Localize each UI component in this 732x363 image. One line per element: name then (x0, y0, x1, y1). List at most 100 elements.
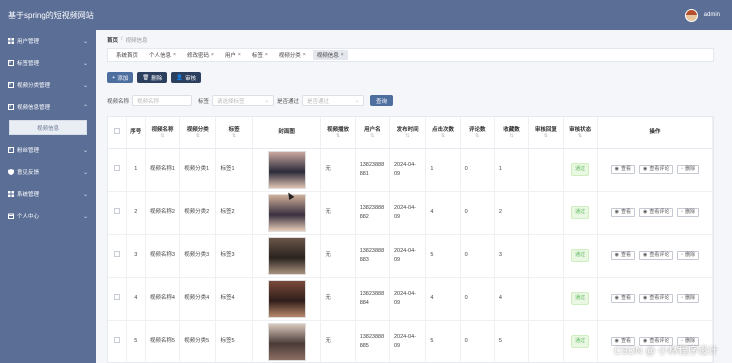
col-status[interactable]: 审核状态 ⇅ (563, 117, 598, 149)
sidebar-item-label: 视频信息管理 (17, 105, 51, 111)
grid-icon (8, 38, 14, 44)
close-icon[interactable]: × (265, 52, 268, 58)
view-comments-button[interactable]: ◉ 查看评论 (639, 208, 674, 217)
col-comments[interactable]: 评论数 ⇅ (460, 117, 495, 149)
tag-password[interactable]: 修改密码 × (183, 50, 218, 60)
sort-icon: ⇅ (232, 132, 237, 139)
sidebar: 用户管理 ⌄ 标签管理 ⌄ 视频分类管理 ⌄ 视频信息管理 ⌃ 视频信息 粉丝管… (0, 30, 96, 363)
public-select[interactable]: 是否通过 ⌄ (302, 95, 365, 106)
sidebar-item-video-info[interactable]: 视频信息管理 ⌃ (0, 96, 96, 118)
sidebar-item-users[interactable]: 用户管理 ⌄ (0, 30, 96, 52)
close-icon[interactable]: × (303, 52, 306, 58)
cell-no: 5 (126, 320, 146, 362)
col-video[interactable]: 视频播放 ⇅ (320, 117, 356, 149)
col-category[interactable]: 视频分类 ⇅ (179, 117, 217, 149)
view-comments-button[interactable]: ◉ 查看评论 (639, 294, 674, 303)
cover-image[interactable] (267, 193, 306, 232)
user-name[interactable]: admin (704, 12, 720, 18)
search-button[interactable]: 查询 (370, 95, 394, 106)
cover-image[interactable] (267, 322, 306, 361)
cell-reply (528, 191, 564, 235)
main-content: 首页 / 视频信息 系统首页 个人信息 × 修改密码 × 用户 × 标签 × 视频分类 ×… (96, 30, 732, 363)
cell-no: 3 (126, 234, 146, 278)
select-all-checkbox[interactable] (113, 127, 120, 134)
trash-icon: ▫ (681, 166, 684, 172)
sidebar-item-video-category[interactable]: 视频分类管理 ⌄ (0, 74, 96, 96)
sidebar-item-profile[interactable]: 个人中心 ⌄ (0, 205, 96, 227)
tag-profile[interactable]: 个人信息 × (145, 50, 180, 60)
cell-reply (528, 234, 564, 278)
audit-button[interactable]: 👤 审核 (171, 72, 202, 83)
row-checkbox[interactable] (113, 164, 120, 171)
sidebar-item-label: 意见反馈 (17, 170, 40, 176)
table-row: 2 视频名称2 视频分类2 标签2 无 13823888882 2024-04-09 4 0 2 通… (108, 191, 713, 235)
shield-icon (8, 169, 14, 175)
view-button[interactable]: ◉ 查看 (610, 165, 635, 174)
sidebar-item-label: 个人中心 (17, 214, 40, 220)
tag-video-category[interactable]: 视频分类 × (275, 50, 310, 60)
cell-name: 视频名称4 (145, 277, 181, 321)
sidebar-item-system[interactable]: 系统管理 ⌄ (0, 183, 96, 205)
col-clicks[interactable]: 点击次数 ⇅ (425, 117, 461, 149)
add-button[interactable]: + 添加 (107, 72, 134, 83)
col-time[interactable]: 发布时间 ⇅ (389, 117, 427, 149)
col-actions: 操作 (597, 117, 713, 149)
close-icon[interactable]: × (173, 52, 176, 58)
sidebar-item-tags[interactable]: 标签管理 ⌄ (0, 52, 96, 74)
col-no: 序号 (126, 117, 146, 149)
cover-image[interactable] (267, 236, 306, 275)
col-reply[interactable]: 审核回复 ⇅ (528, 117, 564, 149)
status-badge: 通过 (571, 163, 590, 176)
user-area[interactable]: admin (684, 8, 720, 22)
row-checkbox[interactable] (113, 207, 120, 214)
cover-image[interactable] (267, 279, 306, 318)
avatar[interactable] (684, 8, 698, 22)
view-comments-button[interactable]: ◉ 查看评论 (639, 251, 674, 260)
col-name[interactable]: 视频名称 ⇅ (145, 117, 181, 149)
row-checkbox[interactable] (113, 336, 120, 343)
view-comments-button[interactable]: ◉ 查看评论 (639, 165, 674, 174)
row-delete-button[interactable]: ▫ 删除 (677, 294, 700, 303)
col-favorites[interactable]: 收藏数 ⇅ (494, 117, 530, 149)
sidebar-subitem-video-info[interactable]: 视频信息 (9, 120, 87, 135)
close-icon[interactable]: × (211, 52, 214, 58)
cell-no: 1 (126, 148, 146, 192)
delete-button[interactable]: 🗑 删除 (137, 72, 168, 83)
cell-video: 无 (320, 320, 356, 362)
breadcrumb-current: 视频信息 (125, 38, 148, 44)
sort-icon: ⇅ (578, 132, 583, 139)
tag-select[interactable]: 请选择标签 ⌄ (212, 95, 275, 106)
row-delete-button[interactable]: ▫ 删除 (677, 165, 700, 174)
close-icon[interactable]: × (341, 52, 344, 58)
cell-reply (528, 320, 564, 362)
tag-users[interactable]: 用户 × (221, 50, 245, 60)
col-tag[interactable]: 标签 ⇅ (215, 117, 253, 149)
row-delete-button[interactable]: ▫ 删除 (677, 208, 700, 217)
cover-image[interactable] (267, 150, 306, 189)
sidebar-item-fans[interactable]: 粉丝管理 ⌄ (0, 139, 96, 161)
cell-clicks: 1 (425, 148, 461, 192)
close-icon[interactable]: × (238, 52, 241, 58)
plus-icon: + (112, 74, 116, 81)
view-button[interactable]: ◉ 查看 (610, 294, 635, 303)
cell-clicks: 5 (425, 234, 461, 278)
view-button[interactable]: ◉ 查看 (610, 208, 635, 217)
row-checkbox[interactable] (113, 250, 120, 257)
tag-tags[interactable]: 标签 × (248, 50, 272, 60)
chevron-down-icon: ⌄ (82, 191, 88, 198)
row-delete-button[interactable]: ▫ 删除 (677, 251, 700, 260)
video-name-input[interactable]: 视频名称 (132, 95, 193, 106)
status-badge: 通过 (571, 335, 590, 348)
cell-category: 视频分类3 (179, 234, 217, 278)
watermark: CSDN @ 小林程序设计 (613, 346, 718, 357)
tag-video-info[interactable]: 视频信息 × (312, 50, 348, 60)
sidebar-item-feedback[interactable]: 意见反馈 ⌄ (0, 161, 96, 183)
sort-icon: ⇅ (543, 132, 548, 139)
col-user[interactable]: 用户名 ⇅ (355, 117, 390, 149)
cell-user: 13823888884 (355, 277, 390, 321)
breadcrumb-home[interactable]: 首页 (107, 36, 118, 44)
chevron-down-icon: ⌄ (264, 97, 270, 104)
row-checkbox[interactable] (113, 293, 120, 300)
tag-home[interactable]: 系统首页 (112, 50, 142, 60)
view-button[interactable]: ◉ 查看 (610, 251, 635, 260)
